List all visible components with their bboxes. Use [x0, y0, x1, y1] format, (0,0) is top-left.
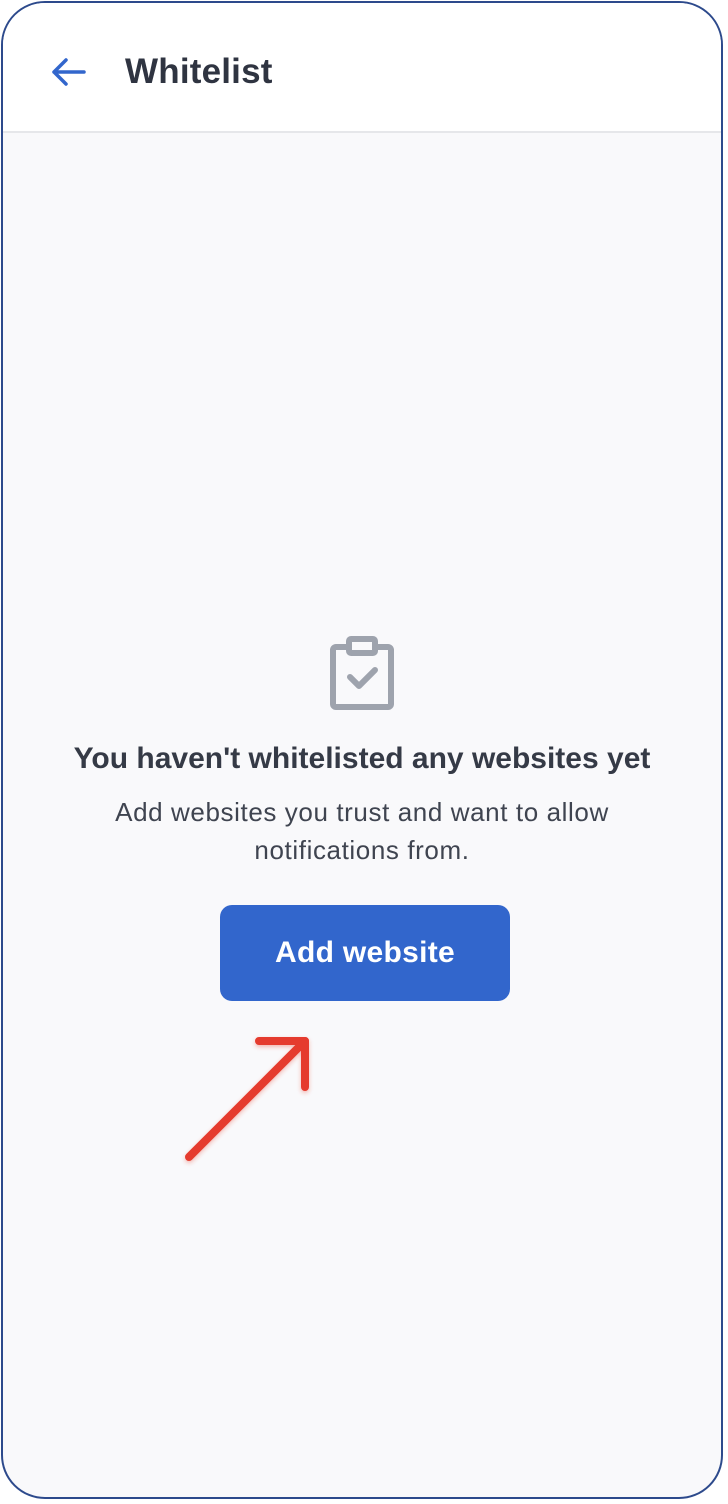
empty-state-heading: You haven't whitelisted any websites yet [73, 742, 651, 775]
annotation-arrow-icon [185, 1037, 309, 1161]
empty-state: You haven't whitelisted any websites yet… [3, 633, 721, 869]
add-website-button[interactable]: Add website [220, 905, 510, 1001]
page-title: Whitelist [125, 52, 273, 91]
back-button[interactable] [43, 47, 93, 97]
phone-frame: Whitelist You haven't whitelisted any we… [1, 1, 723, 1499]
empty-state-description: Add websites you trust and want to allow… [115, 797, 609, 865]
app-bar: Whitelist [3, 3, 721, 133]
clipboard-check-icon [330, 636, 394, 710]
arrow-left-icon [52, 58, 86, 86]
